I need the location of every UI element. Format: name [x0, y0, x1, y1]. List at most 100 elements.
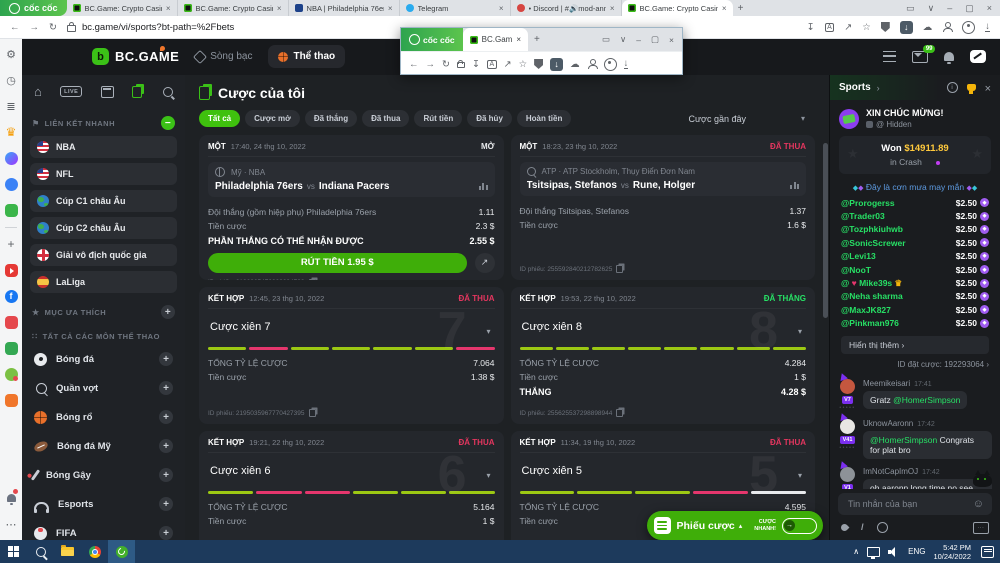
sidebar-sport-fifa[interactable]: FIFA+: [30, 521, 177, 540]
betslip-button[interactable]: Phiếu cược ▴ CƯỢCNHANH! →: [647, 511, 823, 540]
download-tray-icon[interactable]: [472, 59, 480, 70]
downloads-icon[interactable]: [624, 59, 629, 70]
quick-bet-toggle[interactable]: →: [782, 518, 817, 534]
sidebar-item-c-p-c1-ch-u-u[interactable]: Cúp C1 châu Âu: [30, 190, 177, 212]
scrollbar[interactable]: [823, 135, 828, 530]
download-tray-icon[interactable]: [807, 22, 815, 33]
expand-plus-button[interactable]: +: [159, 381, 173, 395]
taskbar-app-chrome[interactable]: [81, 540, 108, 563]
taskbar-app-explorer[interactable]: [54, 540, 81, 563]
sidebar-sport-basketball[interactable]: Bóng rổ+: [30, 405, 177, 429]
copy-icon[interactable]: [309, 279, 316, 281]
close-icon[interactable]: ×: [669, 35, 674, 45]
contacts-icon[interactable]: [0, 171, 22, 197]
share-button[interactable]: ↗: [475, 253, 495, 273]
profiles-icon[interactable]: [587, 59, 597, 69]
network-icon[interactable]: [867, 547, 880, 557]
match-info[interactable]: ATP · ATP Stockholm, Thụy Điển Đơn NamTs…: [520, 162, 807, 196]
extensions-icon[interactable]: [923, 22, 933, 33]
rain-username[interactable]: @Pinkman976: [841, 318, 899, 328]
bookmark-star-icon[interactable]: [862, 22, 871, 33]
action-center-icon[interactable]: [981, 546, 994, 558]
garden-icon[interactable]: [0, 361, 22, 387]
newsfeed-icon[interactable]: [0, 93, 22, 119]
volume-icon[interactable]: [888, 547, 900, 557]
sort-dropdown[interactable]: Cược gần đây ▾: [689, 114, 815, 124]
chat-tab-sports[interactable]: Sports: [839, 82, 871, 93]
my-bets-icon[interactable]: [132, 86, 142, 98]
expand-caret-icon[interactable]: ▾: [486, 327, 490, 336]
filter--th-ng[interactable]: Đã thắng: [305, 110, 357, 127]
forward-icon[interactable]: [426, 59, 436, 70]
translate-icon[interactable]: [487, 60, 497, 69]
expand-plus-button[interactable]: +: [159, 410, 173, 424]
back-icon[interactable]: [409, 59, 419, 70]
trophy-icon[interactable]: [967, 84, 976, 91]
user-mention[interactable]: @HomerSimpson: [893, 395, 960, 405]
snapshot-icon[interactable]: ▭: [906, 3, 915, 14]
cart-icon[interactable]: [0, 387, 22, 413]
close-tab-icon[interactable]: ×: [722, 4, 727, 13]
facebook-icon[interactable]: [0, 283, 22, 309]
chat-compose-icon[interactable]: [970, 50, 986, 63]
lock-icon[interactable]: [457, 60, 465, 68]
calendar-icon[interactable]: [101, 86, 114, 98]
add-icon[interactable]: [0, 231, 22, 257]
stats-icon[interactable]: [790, 182, 799, 189]
search-icon[interactable]: [163, 87, 173, 97]
settings-icon[interactable]: [0, 41, 22, 67]
nav-sports[interactable]: Thể thao: [268, 45, 345, 68]
mail-icon[interactable]: 99: [912, 51, 928, 63]
live-icon[interactable]: LIVE: [60, 86, 82, 97]
sidebar-sport-tennis[interactable]: Quần vợt+: [30, 376, 177, 400]
show-more-button[interactable]: Hiển thị thêm ›: [841, 336, 989, 354]
chevron-right-icon[interactable]: ›: [877, 83, 880, 93]
snapshot-icon[interactable]: ▭: [602, 34, 610, 45]
info-icon[interactable]: [947, 82, 958, 93]
shortvideo-icon[interactable]: [0, 309, 22, 335]
rain-bet-id[interactable]: ID đặt cược: 192293064 ›: [830, 354, 1000, 371]
notifications-icon[interactable]: [0, 485, 22, 511]
rain-username[interactable]: @Neha sharma: [841, 291, 903, 301]
gift-icon[interactable]: [0, 335, 22, 361]
reload-icon[interactable]: [49, 22, 57, 33]
filter-c-c-m-[interactable]: Cược mở: [245, 110, 300, 127]
rain-username[interactable]: @Prorogerss: [841, 198, 895, 208]
filter-t-t-c-[interactable]: Tất cả: [199, 110, 240, 127]
close-tab-icon[interactable]: ×: [388, 4, 393, 13]
rain-username[interactable]: @Levi13: [841, 251, 876, 261]
chevron-up-icon[interactable]: [853, 547, 859, 556]
clock[interactable]: 5:42 PM10/24/2022: [933, 543, 971, 561]
scrollbar-thumb[interactable]: [823, 143, 828, 318]
cashout-button[interactable]: RÚT TIỀN 1.95 $: [208, 253, 467, 273]
expand-plus-button[interactable]: +: [159, 468, 173, 482]
reload-icon[interactable]: [442, 59, 450, 70]
tab-search-icon[interactable]: ∨: [928, 3, 935, 14]
taskbar-app-coccoc[interactable]: [108, 540, 135, 563]
forward-icon[interactable]: [30, 22, 40, 33]
profiles-icon[interactable]: [942, 22, 952, 32]
chat-input[interactable]: ☺: [838, 493, 992, 515]
expand-plus-button[interactable]: +: [159, 497, 173, 511]
coccoc-brand[interactable]: cốc cốc: [0, 0, 67, 16]
account-icon[interactable]: [962, 21, 975, 34]
coin-icon[interactable]: [877, 522, 888, 533]
sidebar-sport-amfootball[interactable]: Bóng đá Mỹ+: [30, 434, 177, 458]
extensions-icon[interactable]: [570, 59, 580, 70]
sidebar-item-nfl[interactable]: NFL: [30, 163, 177, 185]
maximize-icon[interactable]: ▢: [965, 3, 974, 14]
account-icon[interactable]: [604, 58, 617, 71]
close-tab-icon[interactable]: ×: [516, 35, 521, 44]
expand-caret-icon[interactable]: ▾: [486, 471, 490, 480]
bookmark-star-icon[interactable]: [519, 59, 528, 70]
bcgame-logo[interactable]: b BC.GAME: [92, 48, 179, 65]
close-tab-icon[interactable]: ×: [166, 4, 171, 13]
match-info[interactable]: Mỹ · NBAPhiladelphia 76ersvsIndiana Pace…: [208, 162, 495, 197]
rain-username[interactable]: @SonicScrewer: [841, 238, 906, 248]
rain-drop-icon[interactable]: [840, 523, 850, 533]
rain-username[interactable]: @Trader03: [841, 211, 885, 221]
bell-icon[interactable]: [944, 52, 954, 61]
rain-username[interactable]: @Tozphkiuhwb: [841, 224, 903, 234]
stats-icon[interactable]: [479, 183, 488, 190]
collapse-button[interactable]: −: [161, 116, 175, 130]
